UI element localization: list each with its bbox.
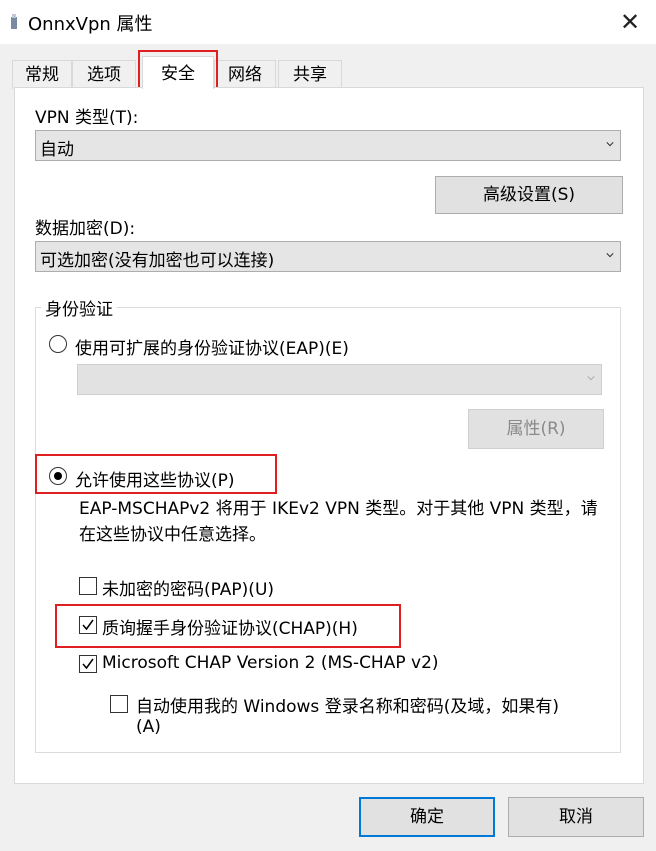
pap-label[interactable]: 未加密的密码(PAP)(U): [102, 575, 274, 600]
mschap-label[interactable]: Microsoft CHAP Version 2 (MS-CHAP v2): [102, 653, 439, 673]
encryption-label: 数据加密(D):: [35, 219, 136, 239]
eap-radio-label[interactable]: 使用可扩展的身份验证协议(EAP)(E): [75, 334, 349, 359]
title-bar: OnnxVpn 属性 ✕: [0, 0, 656, 44]
tab-options[interactable]: 选项: [72, 60, 136, 89]
advanced-settings-button[interactable]: 高级设置(S): [435, 176, 623, 214]
tab-label: 选项: [87, 65, 121, 85]
authentication-group-title: 身份验证: [41, 295, 117, 320]
tab-networking[interactable]: 网络: [214, 60, 276, 89]
properties-button[interactable]: 属性(R): [468, 409, 604, 449]
window-title: OnnxVpn 属性: [28, 14, 153, 35]
cancel-button[interactable]: 取消: [508, 797, 644, 837]
checkmark-icon: [82, 619, 94, 631]
vpn-type-label: VPN 类型(T):: [35, 108, 139, 128]
mschap-checkbox[interactable]: [79, 655, 97, 673]
chevron-down-icon: [587, 376, 595, 381]
protocol-description: EAP-MSCHAPv2 将用于 IKEv2 VPN 类型。对于其他 VPN 类…: [79, 499, 598, 545]
auto-windows-logon-label-2[interactable]: (A): [136, 717, 161, 737]
chevron-down-icon: [606, 142, 614, 147]
auto-windows-logon-checkbox[interactable]: [110, 695, 128, 713]
close-icon[interactable]: ✕: [610, 6, 650, 38]
eap-radio[interactable]: [49, 335, 67, 353]
encryption-value: 可选加密(没有加密也可以连接): [40, 251, 275, 271]
ok-button[interactable]: 确定: [359, 797, 495, 837]
tab-general[interactable]: 常规: [12, 60, 72, 89]
vpn-icon: [11, 14, 17, 29]
tab-label: 网络: [228, 65, 262, 85]
tab-label: 共享: [293, 65, 327, 85]
tab-security[interactable]: 安全: [142, 56, 214, 89]
vpn-type-select[interactable]: 自动: [35, 130, 621, 161]
tab-sharing[interactable]: 共享: [278, 60, 342, 89]
tab-label: 常规: [25, 65, 59, 85]
encryption-select[interactable]: 可选加密(没有加密也可以连接): [35, 241, 621, 272]
chevron-down-icon: [606, 253, 614, 258]
pap-checkbox[interactable]: [79, 577, 97, 595]
radio-dot: [54, 472, 62, 480]
allow-protocols-label[interactable]: 允许使用这些协议(P): [75, 466, 235, 491]
chap-label[interactable]: 质询握手身份验证协议(CHAP)(H): [102, 614, 358, 639]
checkmark-icon: [82, 658, 94, 670]
auto-windows-logon-label-1[interactable]: 自动使用我的 Windows 登录名称和密码(及域，如果有): [136, 692, 559, 717]
tab-label: 安全: [161, 64, 195, 84]
allow-protocols-radio[interactable]: [49, 467, 67, 485]
eap-method-select[interactable]: [77, 364, 602, 395]
chap-checkbox[interactable]: [79, 616, 97, 634]
vpn-type-value: 自动: [40, 140, 74, 160]
